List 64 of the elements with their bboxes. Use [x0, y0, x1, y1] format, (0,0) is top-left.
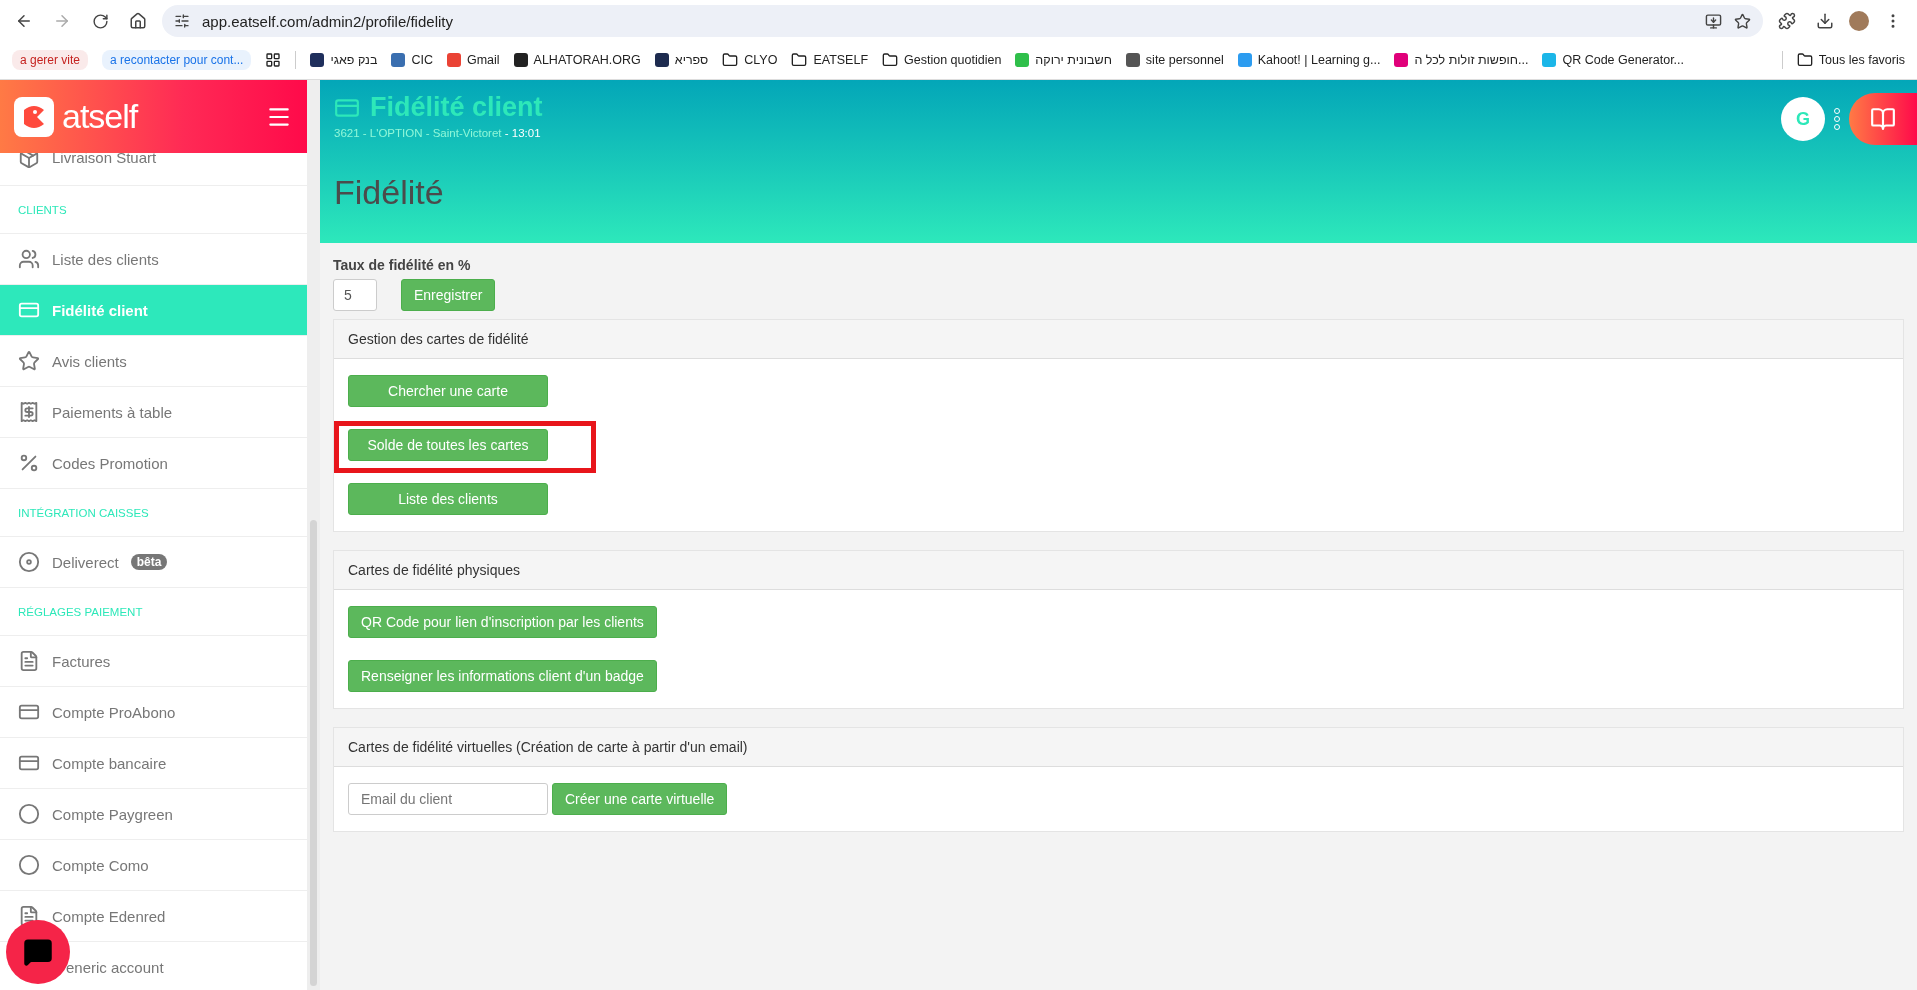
card-title: Cartes de fidélité physiques — [334, 551, 1903, 590]
puzzle-icon[interactable] — [1778, 12, 1796, 30]
all-bookmarks[interactable]: Tous les favoris — [1796, 52, 1905, 68]
card-title: Cartes de fidélité virtuelles (Création de carte à partir d'un email) — [334, 728, 1903, 767]
action-button[interactable]: Solde de toutes les cartes — [348, 429, 548, 461]
email-field[interactable]: Email du client — [348, 783, 548, 815]
download-icon[interactable] — [1816, 12, 1834, 30]
apps-icon[interactable] — [265, 52, 282, 68]
site-settings-icon[interactable] — [174, 13, 190, 29]
bookmark[interactable]: site personnel — [1125, 53, 1224, 67]
people-icon — [18, 248, 40, 270]
circle-icon — [18, 854, 40, 876]
star-icon — [18, 350, 40, 372]
folder-icon — [1796, 52, 1813, 68]
section-title: Fidélité client — [370, 92, 543, 123]
receipt-icon — [18, 401, 40, 423]
rate-label: Taux de fidélité en % — [333, 257, 472, 273]
scrollbar[interactable] — [307, 80, 320, 990]
back-icon[interactable] — [15, 12, 33, 30]
bookmark[interactable]: Gestion quotidien — [882, 52, 1002, 68]
bookmark[interactable]: חשבונית ירוקה — [1015, 53, 1112, 67]
logo-icon — [14, 96, 54, 137]
chat-icon — [23, 937, 53, 967]
action-button[interactable]: Liste des clients — [348, 483, 548, 515]
logo-text: atself — [62, 97, 139, 136]
bookmark[interactable]: ALHATORAH.ORG — [513, 53, 641, 67]
bookmark[interactable]: בנק פאגי — [310, 53, 378, 67]
bookmark[interactable]: Kahoot! | Learning g... — [1237, 53, 1381, 67]
bookmark[interactable]: CIC — [391, 53, 433, 67]
action-button[interactable]: QR Code pour lien d'inscription par les clients — [348, 606, 657, 638]
reload-icon[interactable] — [91, 12, 109, 30]
folder-icon — [791, 52, 808, 68]
action-button[interactable]: Chercher une carte — [348, 375, 548, 407]
rate-field[interactable]: 5 — [333, 279, 377, 311]
profile-avatar[interactable] — [1849, 11, 1869, 31]
install-icon[interactable] — [1705, 12, 1722, 30]
bookmark[interactable]: CLYO — [722, 52, 778, 68]
create-card-button[interactable]: Créer une carte virtuelle — [552, 783, 728, 815]
bookmark[interactable]: ספריא — [654, 53, 709, 67]
circle-icon — [18, 803, 40, 825]
bookmark-chip[interactable]: a recontacter pour cont... — [102, 50, 252, 70]
folder-icon — [882, 52, 899, 68]
bookmark-star-icon[interactable] — [1734, 12, 1751, 30]
box-icon — [18, 153, 40, 169]
bookmark[interactable]: EATSELF — [791, 52, 869, 68]
beta-badge: bêta — [130, 554, 168, 570]
action-button[interactable]: Renseigner les informations client d'un badge — [348, 660, 657, 692]
home-icon[interactable] — [129, 12, 147, 30]
book-icon — [1870, 106, 1896, 132]
folder-icon — [722, 52, 739, 68]
card-title: Gestion des cartes de fidélité — [334, 320, 1903, 359]
save-button[interactable]: Enregistrer — [401, 279, 496, 311]
page-title: Fidélité — [334, 173, 445, 212]
bookmark[interactable]: חופשות זולות לכל ה... — [1394, 53, 1529, 67]
bookmark[interactable]: Gmail — [446, 53, 500, 67]
disc-icon — [18, 551, 40, 573]
location-line: 3621 - L'OPTION - Saint-Victoret - 13:01 — [334, 127, 542, 139]
bookmark[interactable]: QR Code Generator... — [1542, 53, 1685, 67]
bookmark-chip[interactable]: a gerer vite — [12, 50, 89, 70]
sidebar-item[interactable]: Livraison Stuart — [0, 153, 307, 186]
guide-button[interactable] — [1849, 93, 1917, 145]
invoice-icon — [18, 650, 40, 672]
address-bar[interactable]: app.eatself.com/admin2/profile/fidelity — [162, 5, 1763, 37]
percent-icon — [18, 452, 40, 474]
